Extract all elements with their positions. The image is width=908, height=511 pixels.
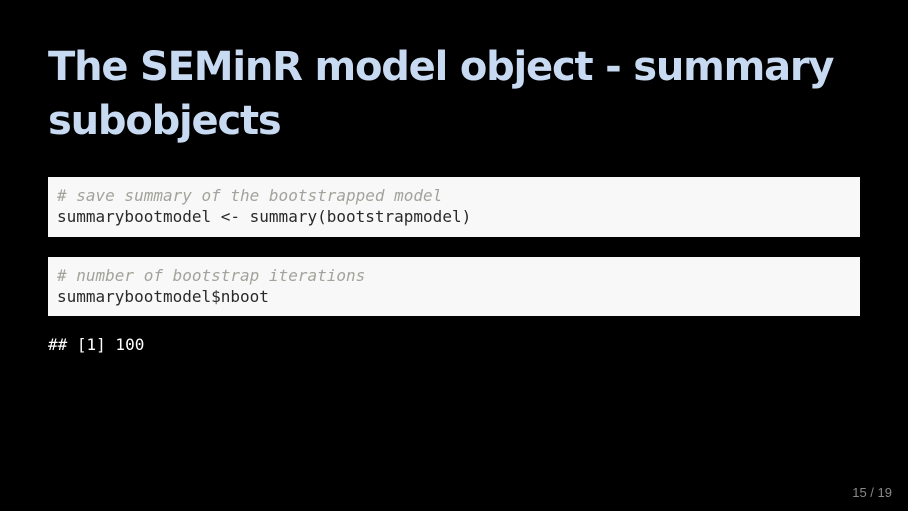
code-block-save-summary[interactable]: # save summary of the bootstrapped model… xyxy=(48,177,860,237)
code-line: summarybootmodel <- summary(bootstrapmod… xyxy=(57,207,472,226)
code-comment: # save summary of the bootstrapped model xyxy=(57,186,443,205)
page-number: 15 / 19 xyxy=(852,485,892,500)
code-line: summarybootmodel$nboot xyxy=(57,287,269,306)
slide-title: The SEMinR model object - summary subobj… xyxy=(48,44,835,144)
code-block-nboot[interactable]: # number of bootstrap iterations summary… xyxy=(48,257,860,316)
code-comment: # number of bootstrap iterations xyxy=(57,266,366,285)
code-output: ## [1] 100 xyxy=(48,335,145,354)
